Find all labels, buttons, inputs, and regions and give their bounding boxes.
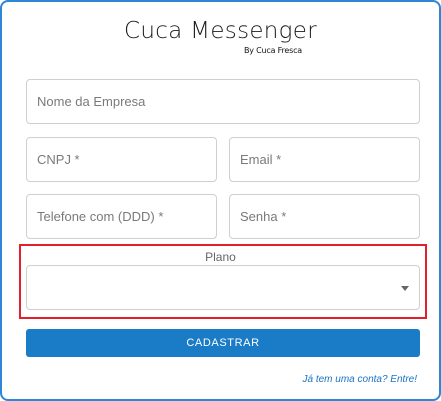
plan-select[interactable] bbox=[26, 265, 420, 310]
plan-label: Plano bbox=[205, 250, 236, 264]
cnpj-input[interactable] bbox=[27, 138, 216, 181]
signup-card: Cuca Messenger By Cuca Fresca Plano CADA… bbox=[0, 0, 441, 401]
email-field[interactable] bbox=[229, 137, 420, 182]
brand-header: Cuca Messenger bbox=[2, 18, 439, 44]
login-link[interactable]: Já tem uma conta? Entre! bbox=[302, 374, 417, 385]
email-input[interactable] bbox=[230, 138, 419, 181]
password-field[interactable] bbox=[229, 194, 420, 239]
phone-field[interactable] bbox=[26, 194, 217, 239]
phone-input[interactable] bbox=[27, 195, 216, 238]
password-input[interactable] bbox=[230, 195, 419, 238]
cnpj-field[interactable] bbox=[26, 137, 217, 182]
app-title: Cuca Messenger bbox=[124, 18, 317, 44]
chevron-down-icon[interactable] bbox=[401, 286, 409, 291]
company-name-field[interactable] bbox=[26, 79, 420, 124]
company-name-input[interactable] bbox=[27, 80, 419, 123]
register-button[interactable]: CADASTRAR bbox=[26, 329, 420, 357]
brand-byline: By Cuca Fresca bbox=[244, 46, 302, 55]
